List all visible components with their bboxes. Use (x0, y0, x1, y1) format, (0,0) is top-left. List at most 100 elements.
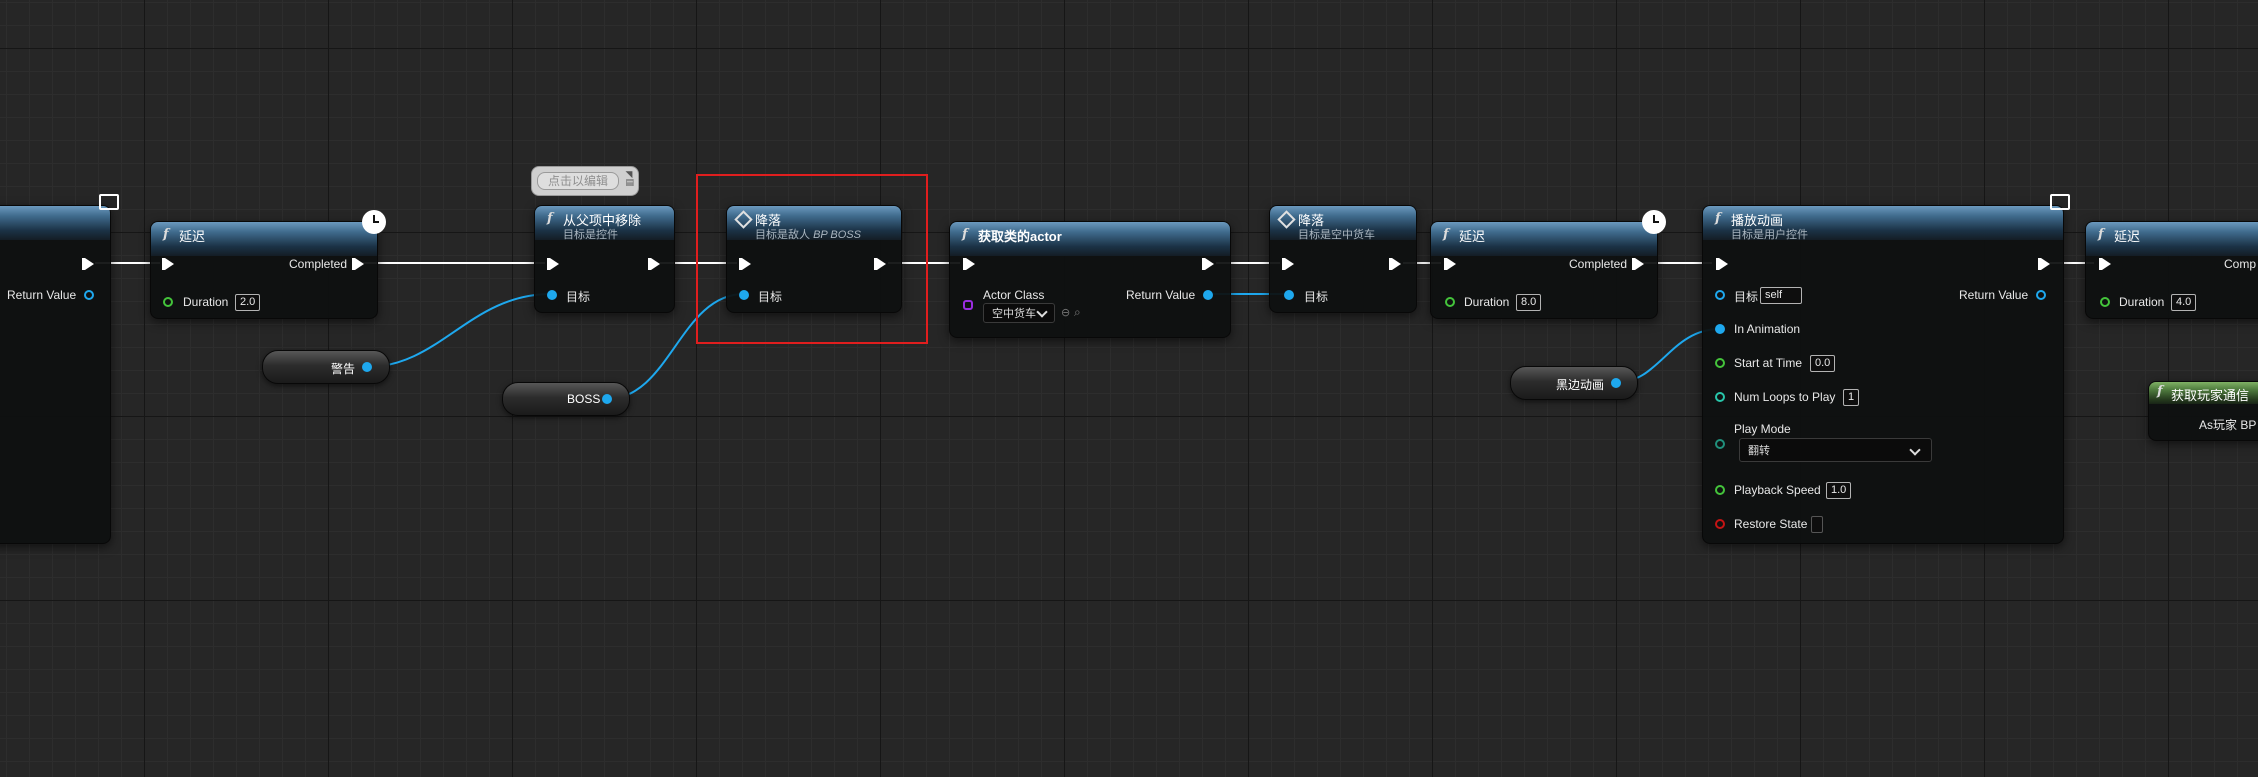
variable-output-pin[interactable] (602, 394, 612, 404)
exec-out-pin[interactable] (1389, 258, 1401, 270)
node-title: 获取类的actor (978, 229, 1062, 244)
target-label: 目标 (566, 290, 591, 304)
node-delay-1-header[interactable]: f 延迟 (151, 222, 377, 256)
start-at-time-input[interactable]: 0.0 (1810, 355, 1836, 372)
start-at-time-pin[interactable] (1715, 358, 1725, 368)
node-land-cargo[interactable]: 降落 目标是空中货车 目标 (1269, 205, 1417, 313)
playback-speed-pin[interactable] (1715, 485, 1725, 495)
restore-state-checkbox[interactable] (1811, 516, 1823, 533)
return-value-pin[interactable] (84, 290, 94, 300)
duration-input[interactable]: 2.0 (235, 294, 261, 311)
node-delay-3[interactable]: f 延迟 Comp Duration 4.0 (2085, 221, 2258, 319)
exec-out-pin[interactable] (2038, 258, 2050, 270)
node-play-anim-header[interactable]: f 播放动画 目标是用户控件 (1703, 206, 2063, 241)
variable-label: 黑边动画 (1556, 378, 1605, 392)
clock-icon (1642, 210, 1666, 234)
target-pin[interactable] (1284, 290, 1294, 300)
exec-out-pin[interactable] (352, 258, 364, 270)
duration-pin[interactable] (163, 297, 173, 307)
node-left-partial[interactable]: Return Value (0, 194, 119, 544)
exec-out-pin[interactable] (1632, 258, 1644, 270)
node-title: 获取玩家通信 (2171, 388, 2250, 403)
duration-pin[interactable] (1445, 297, 1455, 307)
node-get-actor-of-class[interactable]: f 获取类的actor Actor Class 空中货车 ⊖ ⌕ Return … (949, 221, 1231, 338)
exec-in-pin[interactable] (1444, 258, 1456, 270)
completed-label: Completed (1569, 257, 1628, 271)
pin-icon[interactable]: ◥ ▤ (625, 170, 634, 187)
completed-label: Completed (289, 257, 348, 271)
duration-label: Duration (2119, 295, 2165, 309)
function-icon: f (2098, 227, 2104, 242)
return-value-pin[interactable] (2036, 290, 2046, 300)
node-play-animation[interactable]: f 播放动画 目标是用户控件 目标 self Return Value In A… (1702, 194, 2070, 544)
play-mode-pin[interactable] (1715, 439, 1725, 449)
function-icon: f (962, 227, 968, 242)
variable-warning[interactable]: 警告 (262, 350, 390, 384)
restore-state-label: Restore State (1734, 517, 1808, 531)
duration-pin[interactable] (2100, 297, 2110, 307)
exec-in-pin[interactable] (162, 258, 174, 270)
duration-label: Duration (1464, 295, 1510, 309)
return-value-pin[interactable] (1203, 290, 1213, 300)
exec-in-pin[interactable] (963, 258, 975, 270)
target-pin[interactable] (1715, 290, 1725, 300)
node-subtitle: 目标是空中货车 (1298, 229, 1375, 241)
browse-icon[interactable]: ⊖ (1061, 306, 1070, 319)
target-pin[interactable] (547, 290, 557, 300)
node-get-player-comm[interactable]: f 获取玩家通信 As玩家 BP (2148, 381, 2258, 441)
completed-label: Comp (2224, 257, 2257, 271)
exec-out-pin[interactable] (648, 258, 660, 270)
function-icon: f (1715, 211, 1721, 226)
function-icon: f (2157, 384, 2163, 399)
return-value-label: Return Value (1126, 288, 1196, 302)
play-mode-value: 翻转 (1748, 445, 1770, 457)
node-remove-header[interactable]: f 从父项中移除 目标是控件 (535, 206, 674, 241)
exec-in-pin[interactable] (1716, 258, 1728, 270)
node-delay-3-header[interactable]: f 延迟 (2086, 222, 2258, 256)
variable-boss[interactable]: BOSS (502, 382, 630, 416)
target-label: 目标 (1734, 290, 1759, 304)
variable-output-pin[interactable] (362, 362, 372, 372)
exec-in-pin[interactable] (2099, 258, 2111, 270)
num-loops-input[interactable]: 1 (1843, 389, 1860, 406)
node-delay-2-header[interactable]: f 延迟 (1431, 222, 1657, 256)
target-input[interactable]: self (1760, 287, 1802, 304)
function-icon: f (163, 227, 169, 242)
variable-black-anim[interactable]: 黑边动画 (1510, 366, 1638, 400)
exec-out-pin[interactable] (82, 258, 94, 270)
in-animation-label: In Animation (1734, 322, 1801, 336)
restore-state-pin[interactable] (1715, 519, 1725, 529)
exec-out-pin[interactable] (1202, 258, 1214, 270)
play-mode-dropdown[interactable]: 翻转 (1739, 438, 1932, 462)
node-remove-from-parent[interactable]: f 从父项中移除 目标是控件 目标 (534, 205, 675, 313)
chevron-down-icon (1036, 306, 1048, 318)
exec-in-pin[interactable] (1282, 258, 1294, 270)
node-land-cargo-header[interactable]: 降落 目标是空中货车 (1270, 206, 1416, 241)
search-icon[interactable]: ⌕ (1074, 305, 1081, 320)
node-left-header[interactable] (0, 206, 110, 240)
actor-class-pin[interactable] (963, 300, 973, 310)
playback-speed-input[interactable]: 1.0 (1826, 482, 1852, 499)
duration-input[interactable]: 4.0 (2171, 294, 2197, 311)
actor-class-dropdown[interactable]: 空中货车 (983, 303, 1055, 323)
chevron-down-icon (1909, 444, 1921, 456)
num-loops-label: Num Loops to Play (1734, 390, 1836, 404)
clock-icon (362, 210, 386, 234)
node-get-actor-header[interactable]: f 获取类的actor (950, 222, 1230, 256)
in-animation-pin[interactable] (1715, 324, 1725, 334)
node-delay-2[interactable]: f 延迟 Completed Duration 8.0 (1430, 210, 1666, 319)
comment-bubble[interactable]: 点击以编辑 ◥ ▤ (531, 166, 639, 196)
num-loops-pin[interactable] (1715, 392, 1725, 402)
monitor-icon (2050, 194, 2070, 210)
actor-class-value: 空中货车 (992, 308, 1036, 320)
comment-edit-field[interactable]: 点击以编辑 (537, 172, 619, 190)
monitor-icon (99, 194, 119, 210)
node-delay-1[interactable]: f 延迟 Completed Duration 2.0 (150, 210, 386, 319)
playback-speed-label: Playback Speed (1734, 483, 1821, 497)
exec-in-pin[interactable] (547, 258, 559, 270)
duration-input[interactable]: 8.0 (1516, 294, 1542, 311)
return-value-label: Return Value (7, 288, 77, 302)
function-icon: f (1443, 227, 1449, 242)
node-get-player-header[interactable]: f 获取玩家通信 (2149, 382, 2258, 404)
variable-output-pin[interactable] (1611, 378, 1621, 388)
